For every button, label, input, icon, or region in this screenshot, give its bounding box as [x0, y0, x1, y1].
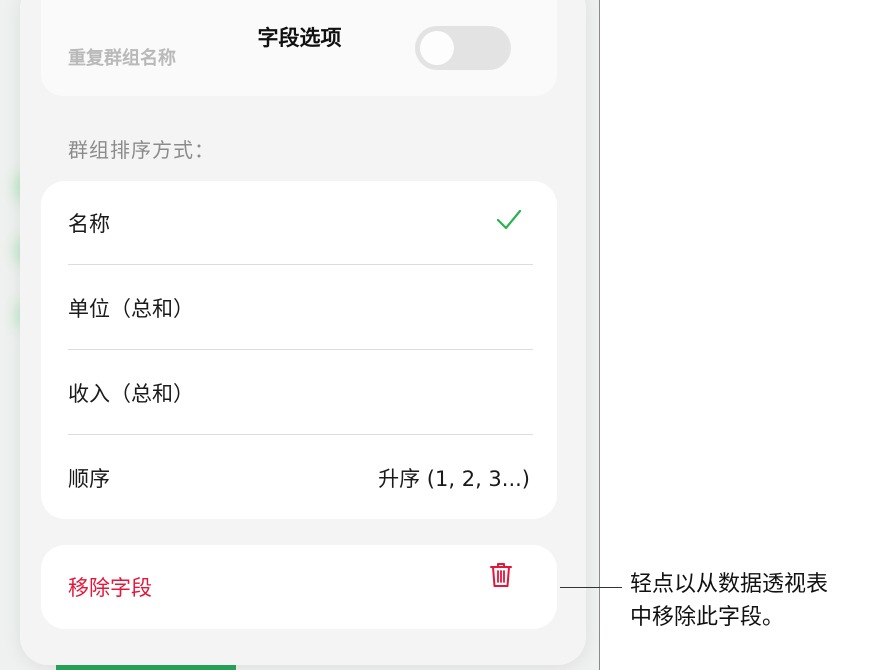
callout-line-2: 中移除此字段。	[630, 605, 785, 630]
remove-field-label: 移除字段	[68, 576, 152, 600]
sort-option-label: 名称	[68, 212, 110, 236]
checkmark-icon	[496, 208, 522, 239]
remove-field-button[interactable]: 移除字段	[41, 545, 557, 629]
sort-option-units[interactable]: 单位（总和）	[68, 266, 530, 350]
sort-option-label: 单位（总和）	[68, 297, 194, 321]
trash-icon	[489, 562, 513, 592]
sort-option-label: 顺序	[68, 467, 110, 491]
device-screen: 重复群组名称 字段选项 群组排序方式： 名称 单位（总和） 收入（总和） 顺序 …	[0, 0, 600, 670]
sort-option-name[interactable]: 名称	[68, 181, 530, 265]
sort-section-header: 群组排序方式：	[68, 138, 215, 162]
sort-option-label: 收入（总和）	[68, 382, 194, 406]
sheet-title: 字段选项	[257, 26, 342, 50]
callout-annotation: 轻点以从数据透视表 中移除此字段。	[630, 568, 890, 634]
sort-option-revenue[interactable]: 收入（总和）	[68, 351, 530, 435]
divider	[68, 349, 533, 350]
sort-options-list: 名称 单位（总和） 收入（总和） 顺序 升序 (1, 2, 3...)	[41, 181, 557, 519]
divider	[68, 264, 533, 265]
callout-line-1: 轻点以从数据透视表	[630, 572, 829, 597]
sort-option-order[interactable]: 顺序 升序 (1, 2, 3...)	[68, 436, 530, 520]
divider	[68, 434, 533, 435]
callout-leader-line	[560, 587, 622, 588]
sort-order-value: 升序 (1, 2, 3...)	[378, 467, 530, 491]
